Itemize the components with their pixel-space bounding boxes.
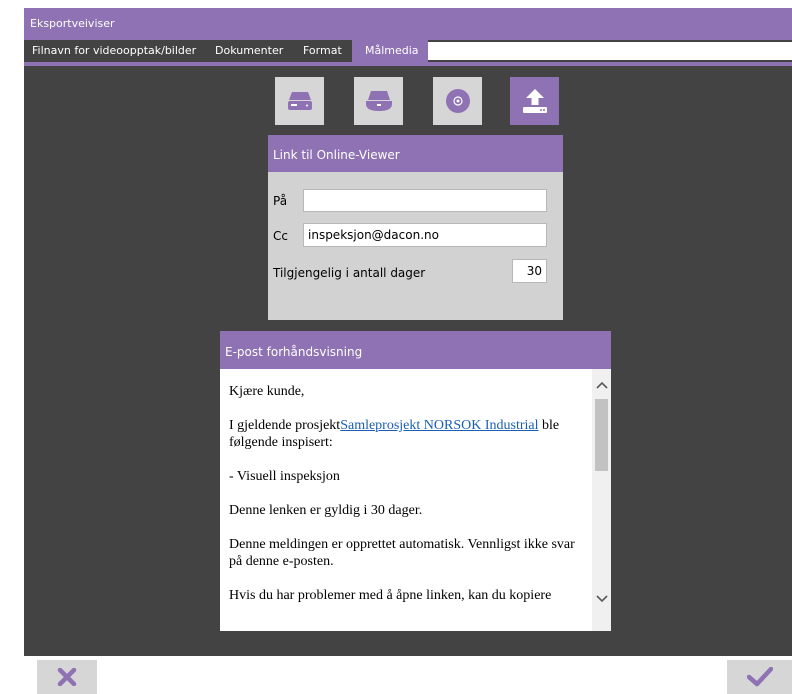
disc-button[interactable] <box>433 77 482 125</box>
cc-label: Cc <box>273 229 288 243</box>
online-upload-button[interactable] <box>510 77 559 125</box>
online-viewer-link-panel: Link til Online-Viewer På Cc Tilgjengeli… <box>268 135 563 320</box>
email-project-prefix: I gjeldende prosjekt <box>229 418 341 433</box>
export-wizard-window: Eksportveiviser Filnavn for videoopptak/… <box>24 8 792 656</box>
confirm-button[interactable] <box>727 660 792 694</box>
email-preview-title: E-post forhåndsvisning <box>220 331 611 369</box>
link-panel-title: Link til Online-Viewer <box>268 135 563 172</box>
chevron-down-icon <box>595 595 608 603</box>
usb-drive-icon <box>365 91 392 111</box>
close-icon <box>57 668 77 686</box>
cc-input[interactable] <box>303 223 547 247</box>
scroll-up-button[interactable] <box>592 377 611 393</box>
upload-icon <box>522 89 547 113</box>
days-label: Tilgjengelig i antall dager <box>273 266 426 280</box>
hard-drive-button[interactable] <box>275 77 324 125</box>
tab-bar: Filnavn for videoopptak/bilder Dokumente… <box>24 40 792 62</box>
tab-documents[interactable]: Dokumenter <box>209 40 289 62</box>
tab-format[interactable]: Format <box>297 40 348 62</box>
cancel-button[interactable] <box>37 660 97 694</box>
chevron-up-icon <box>595 381 608 389</box>
to-input[interactable] <box>303 189 547 212</box>
email-preview-scrollbar[interactable] <box>592 369 611 631</box>
email-preview-body: Kjære kunde, I gjeldende prosjektSamlepr… <box>220 369 592 631</box>
disc-icon <box>445 89 470 113</box>
hard-drive-icon <box>287 92 312 110</box>
project-link[interactable]: Samleprosjekt NORSOK Industrial <box>340 418 538 433</box>
checkmark-icon <box>746 667 773 687</box>
tab-bar-filler <box>428 42 792 60</box>
email-help: Hvis du har problemer med å åpne linken,… <box>229 588 552 603</box>
days-input[interactable] <box>512 259 547 283</box>
to-label: På <box>273 194 288 208</box>
scroll-thumb[interactable] <box>595 399 608 471</box>
email-inspection-item: - Visuell inspeksjon <box>229 469 340 484</box>
email-preview-panel: E-post forhåndsvisning Kjære kunde, I gj… <box>220 331 611 631</box>
email-auto-note: Denne meldingen er opprettet automatisk.… <box>229 537 575 569</box>
tab-filenames[interactable]: Filnavn for videoopptak/bilder <box>26 40 202 62</box>
email-validity: Denne lenken er gyldig i 30 dager. <box>229 503 423 518</box>
email-project-line: I gjeldende prosjektSamleprosjekt NORSOK… <box>229 417 584 451</box>
tab-underline <box>24 62 792 66</box>
window-title: Eksportveiviser <box>24 8 792 40</box>
tab-target-media[interactable]: Målmedia <box>352 40 428 62</box>
usb-drive-button[interactable] <box>354 77 403 125</box>
scroll-down-button[interactable] <box>592 591 611 607</box>
email-greeting: Kjære kunde, <box>229 384 305 399</box>
